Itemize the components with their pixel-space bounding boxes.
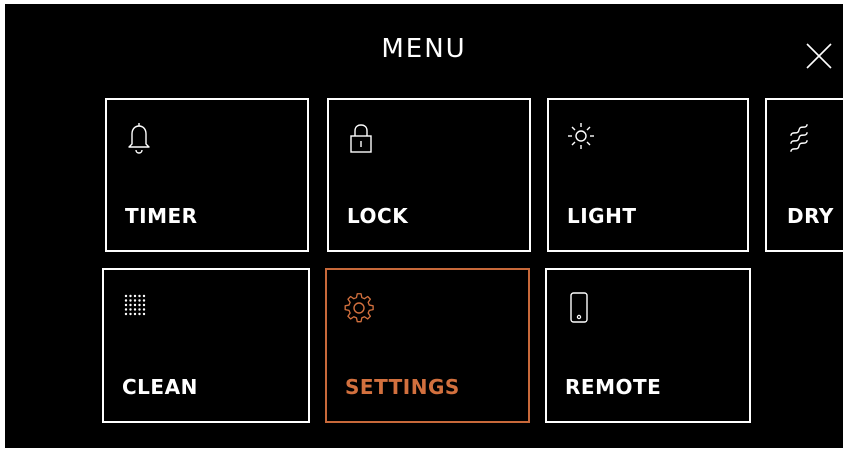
clean-label: CLEAN xyxy=(122,375,198,399)
dry-label: DRY xyxy=(787,204,834,228)
dry-tile[interactable]: DRY xyxy=(765,98,843,252)
close-icon xyxy=(806,43,832,69)
timer-label: TIMER xyxy=(125,204,198,228)
close-button[interactable] xyxy=(801,38,837,74)
lock-label: LOCK xyxy=(347,204,409,228)
padlock-icon xyxy=(350,124,372,153)
gear-icon xyxy=(344,293,374,323)
settings-tile[interactable]: SETTINGS xyxy=(325,268,530,423)
sun-icon xyxy=(568,123,594,149)
remote-tile[interactable]: REMOTE xyxy=(545,268,751,423)
bell-icon xyxy=(128,123,150,154)
timer-tile[interactable]: TIMER xyxy=(105,98,309,252)
remote-label: REMOTE xyxy=(565,375,662,399)
lock-tile[interactable]: LOCK xyxy=(327,98,531,252)
dot-grid-icon xyxy=(124,294,146,316)
clean-tile[interactable]: CLEAN xyxy=(102,268,310,423)
phone-icon xyxy=(570,292,588,323)
waves-icon xyxy=(790,124,808,152)
settings-label: SETTINGS xyxy=(345,375,460,399)
menu-screen: MENU TIMER LOCK LIGHT DRY CLEAN SETTINGS… xyxy=(5,4,843,448)
light-label: LIGHT xyxy=(567,204,637,228)
menu-title: MENU xyxy=(381,34,467,64)
light-tile[interactable]: LIGHT xyxy=(547,98,749,252)
